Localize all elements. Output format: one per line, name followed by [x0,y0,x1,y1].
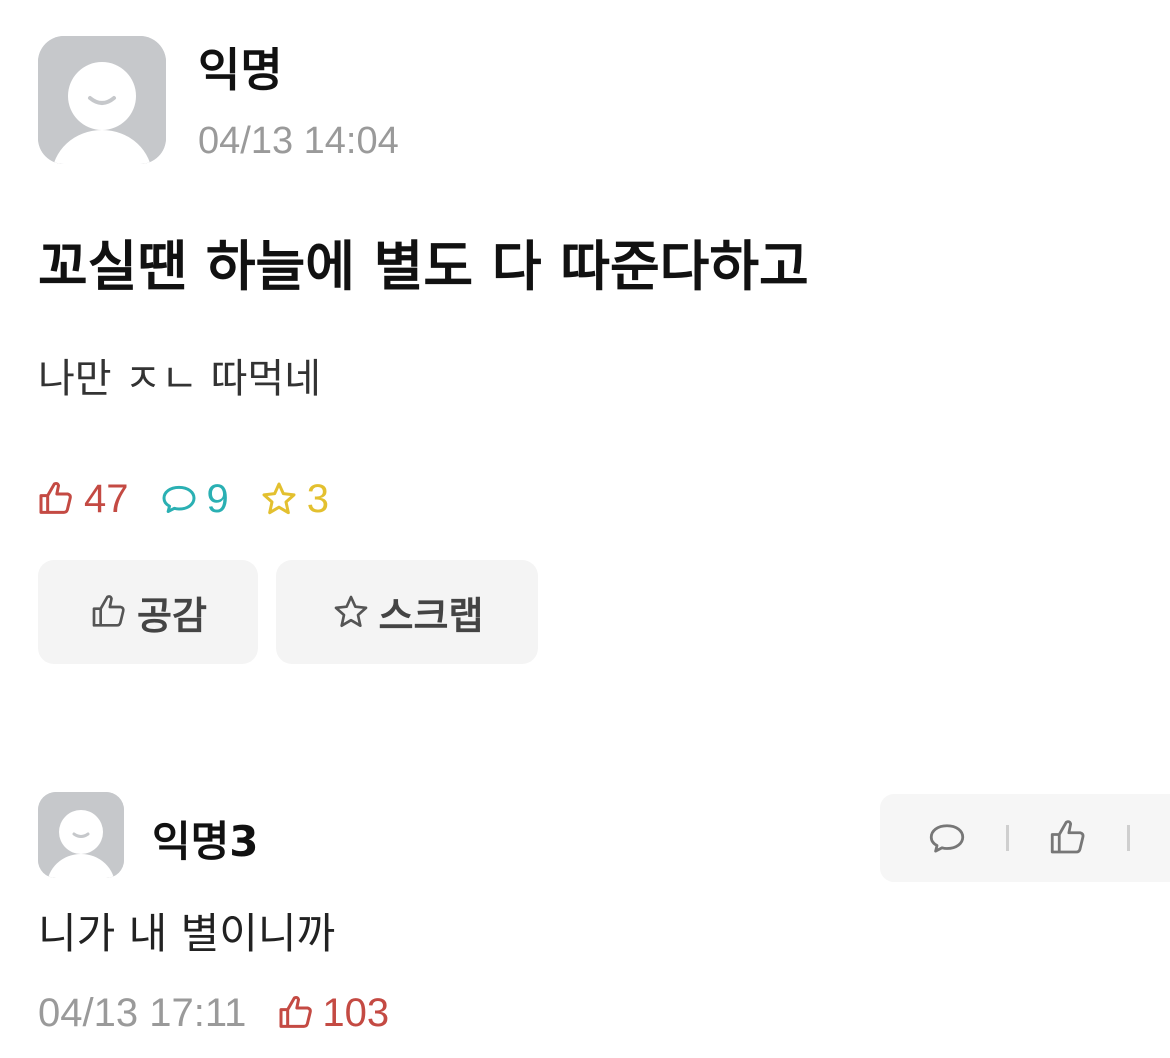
comment-avatar [38,792,124,878]
thumbs-up-icon [92,595,125,627]
comment-thumbs-up-icon[interactable] [1047,817,1089,859]
scrap-button[interactable]: 스크랩 [276,560,538,664]
scrap-button-label: 스크랩 [378,593,484,638]
scrap-count: 3 [259,477,329,522]
avatar-placeholder-icon [38,36,166,164]
star-icon [334,595,367,627]
post-author-name: 익명 [198,43,283,97]
comment-author-name: 익명3 [152,817,259,866]
post-stats: 47 9 3 [36,474,359,524]
post-body: 나만 ㅈㄴ 따먹네 [38,356,322,402]
comment-count-value: 9 [206,476,229,521]
comment-like-count: 103 [276,991,389,1036]
comment-count: 9 [159,477,229,522]
empathy-button[interactable]: 공감 [38,560,258,664]
post-avatar [38,36,166,164]
post-title: 꼬실땐 하늘에 별도 다 따준다하고 [38,235,809,298]
star-icon [262,482,296,515]
thumbs-up-icon [279,995,313,1028]
divider [1127,825,1130,851]
comment-like-count-value: 103 [322,990,390,1035]
divider [1006,825,1009,851]
speech-bubble-icon [162,485,195,513]
comment-timestamp: 04/13 17:11 [38,990,247,1035]
comment-body: 니가 내 별이니까 [38,909,336,958]
like-count: 47 [36,477,129,522]
scrap-count-value: 3 [306,476,329,521]
empathy-button-label: 공감 [137,593,207,638]
comment-meta: 04/13 17:11 103 [38,988,389,1038]
thumbs-up-icon [39,481,72,514]
comment-action-bar [880,794,1170,882]
like-count-value: 47 [84,476,129,521]
avatar-placeholder-icon [38,792,124,878]
post-timestamp: 04/13 14:04 [198,120,399,162]
reply-speech-bubble-icon[interactable] [926,817,968,859]
